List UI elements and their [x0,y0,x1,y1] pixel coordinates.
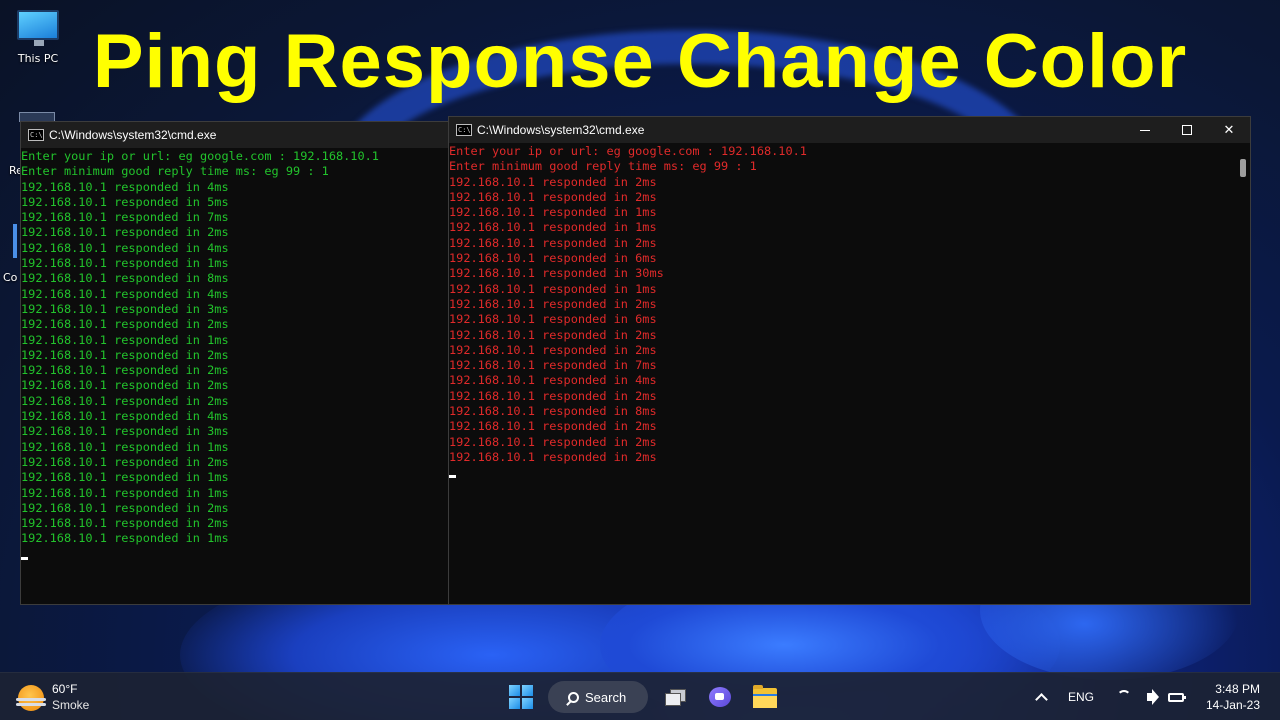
cmd-window-left[interactable]: C:\ C:\Windows\system32\cmd.exe Enter yo… [20,121,450,605]
weather-widget[interactable]: 60°F Smoke [16,682,90,713]
console-line: 192.168.10.1 responded in 6ms [449,312,657,327]
taskbar-apps: Search [505,679,783,715]
weather-icon [16,684,46,711]
console-output[interactable]: Enter your ip or url: eg google.com : 19… [21,148,449,560]
vertical-scrollbar[interactable] [1236,143,1250,604]
console-line: 192.168.10.1 responded in 2ms [21,500,229,515]
console-line: 192.168.10.1 responded in 2ms [449,235,657,250]
console-line: 192.168.10.1 responded in 30ms [449,266,664,281]
console-line: 192.168.10.1 responded in 2ms [21,516,229,531]
console-output[interactable]: Enter your ip or url: eg google.com : 19… [449,143,1250,479]
cmd-window-right[interactable]: C:\ C:\Windows\system32\cmd.exe ✕ Enter … [448,116,1251,605]
console-line: Enter your ip or url: eg google.com : 19… [449,144,807,158]
clock[interactable]: 3:48 PM 14-Jan-23 [1206,681,1260,713]
window-title: C:\Windows\system32\cmd.exe [49,128,217,142]
console-line: 192.168.10.1 responded in 8ms [21,271,229,286]
console-line: 192.168.10.1 responded in 2ms [21,378,229,393]
chat-icon [709,687,731,707]
close-icon: ✕ [1223,122,1235,138]
console-line: 192.168.10.1 responded in 5ms [21,194,229,209]
console-line: 192.168.10.1 responded in 4ms [21,179,229,194]
search-label: Search [585,689,627,705]
console-line: 192.168.10.1 responded in 3ms [21,424,229,439]
console-line: 192.168.10.1 responded in 2ms [449,342,657,357]
system-tray: ENG 3:48 PM 14-Jan-23 [1035,673,1280,720]
clock-time: 3:48 PM [1215,682,1260,696]
console-line: 192.168.10.1 responded in 1ms [21,439,229,454]
task-view-icon [665,689,686,706]
desktop-icon-label-partial[interactable]: Co [3,271,17,284]
console-line: 192.168.10.1 responded in 4ms [21,240,229,255]
start-button[interactable] [505,681,537,713]
console-line: 192.168.10.1 responded in 2ms [449,327,657,342]
cmd-icon: C:\ [456,124,472,136]
weather-condition: Smoke [52,698,90,712]
wifi-icon[interactable] [1116,689,1132,705]
console-line: Enter your ip or url: eg google.com : 19… [21,149,379,163]
close-button[interactable]: ✕ [1208,117,1250,143]
task-view-button[interactable] [657,681,693,713]
console-line: 192.168.10.1 responded in 8ms [449,404,657,419]
window-titlebar[interactable]: C:\ C:\Windows\system32\cmd.exe ✕ [449,117,1250,143]
weather-temperature: 60°F [52,682,78,696]
search-icon [568,691,579,703]
window-title: C:\Windows\system32\cmd.exe [477,123,645,137]
window-controls: ✕ [1124,117,1250,143]
minimize-icon [1140,129,1150,131]
console-line: 192.168.10.1 responded in 2ms [21,347,229,362]
volume-icon[interactable] [1142,689,1159,705]
start-icon [509,685,520,696]
text-cursor [449,475,456,479]
maximize-icon [1182,125,1192,135]
console-line: 192.168.10.1 responded in 2ms [21,363,229,378]
console-line: 192.168.10.1 responded in 1ms [449,205,657,220]
console-line: 192.168.10.1 responded in 2ms [449,189,657,204]
console-line: Enter minimum good reply time ms: eg 99 … [449,159,757,174]
console-line: 192.168.10.1 responded in 1ms [21,485,229,500]
video-headline: Ping Response Change Color [92,19,1188,104]
show-hidden-icons-icon[interactable] [1035,693,1048,706]
console-line: 192.168.10.1 responded in 2ms [449,174,657,189]
console-line: 192.168.10.1 responded in 2ms [21,225,229,240]
language-indicator[interactable]: ENG [1068,690,1094,704]
console-line: 192.168.10.1 responded in 2ms [449,296,657,311]
console-line: 192.168.10.1 responded in 2ms [21,317,229,332]
cmd-icon: C:\ [28,129,44,141]
console-line: 192.168.10.1 responded in 2ms [449,388,657,403]
console-line: 192.168.10.1 responded in 1ms [449,281,657,296]
taskbar: 60°F Smoke Search ENG 3:48 PM 14-Jan-23 [0,672,1280,720]
console-line: 192.168.10.1 responded in 4ms [449,373,657,388]
console-line: 192.168.10.1 responded in 6ms [449,251,657,266]
minimize-button[interactable] [1124,117,1166,143]
console-line: 192.168.10.1 responded in 2ms [21,454,229,469]
console-line: 192.168.10.1 responded in 4ms [21,286,229,301]
console-line: 192.168.10.1 responded in 1ms [449,220,657,235]
console-line: 192.168.10.1 responded in 7ms [449,358,657,373]
console-line: 192.168.10.1 responded in 2ms [449,449,657,464]
desktop-icon-partial[interactable] [13,224,17,258]
console-line: 192.168.10.1 responded in 7ms [21,210,229,225]
console-line: 192.168.10.1 responded in 1ms [21,332,229,347]
taskbar-search-button[interactable]: Search [548,681,648,713]
console-line: 192.168.10.1 responded in 1ms [21,256,229,271]
scrollbar-thumb[interactable] [1240,159,1246,177]
chat-button[interactable] [702,681,738,713]
battery-icon[interactable] [1167,689,1186,705]
window-titlebar[interactable]: C:\ C:\Windows\system32\cmd.exe [21,122,449,148]
file-explorer-icon [753,685,777,708]
console-line: 192.168.10.1 responded in 2ms [21,393,229,408]
console-line: 192.168.10.1 responded in 1ms [21,470,229,485]
text-cursor [21,556,28,560]
maximize-button[interactable] [1166,117,1208,143]
console-line: 192.168.10.1 responded in 1ms [21,531,229,546]
console-line: 192.168.10.1 responded in 2ms [449,434,657,449]
file-explorer-button[interactable] [747,681,783,713]
clock-date: 14-Jan-23 [1205,698,1260,712]
console-line: 192.168.10.1 responded in 4ms [21,409,229,424]
console-line: 192.168.10.1 responded in 3ms [21,301,229,316]
console-line: 192.168.10.1 responded in 2ms [449,419,657,434]
console-line: Enter minimum good reply time ms: eg 99 … [21,164,329,179]
